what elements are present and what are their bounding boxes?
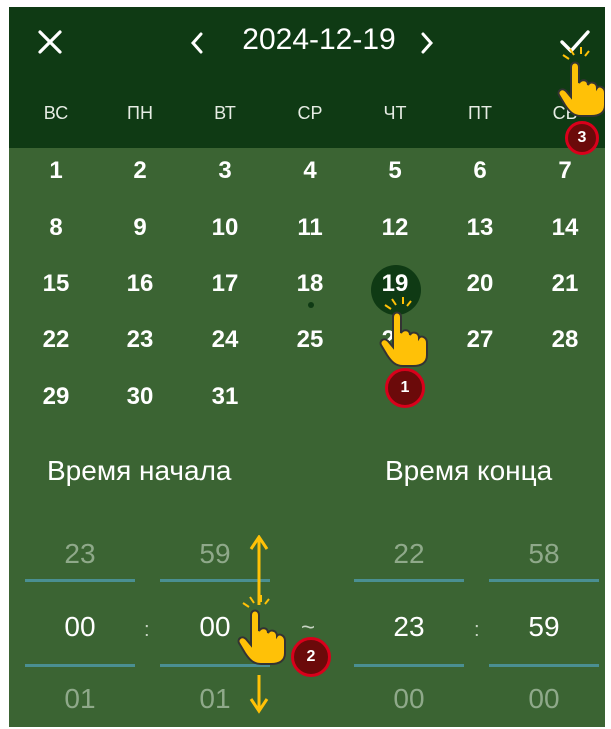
- calendar-day[interactable]: 12: [367, 211, 423, 245]
- event-marker-dot: [308, 302, 314, 308]
- tap-hand-icon: [377, 295, 429, 367]
- end-time-label: Время конца: [385, 455, 553, 486]
- chevron-right-icon[interactable]: [419, 31, 435, 55]
- start-hour-next[interactable]: 01: [25, 684, 135, 714]
- date-time-picker: 2024-12-19 ВС ПН ВТ СР ЧТ ПТ СБ 1 2 3 4 5 6 7 8 9 10 11 1…: [9, 7, 605, 727]
- weekday-label: ПН: [127, 103, 153, 123]
- calendar-day[interactable]: 16: [112, 267, 168, 301]
- calendar-day[interactable]: 17: [197, 267, 253, 301]
- end-hour-value[interactable]: 23: [354, 612, 464, 642]
- start-hour-prev[interactable]: 23: [25, 539, 135, 569]
- calendar-day[interactable]: 3: [197, 154, 253, 188]
- wheel-divider: [489, 579, 599, 582]
- weekday-label: ЧТ: [383, 103, 407, 123]
- calendar-day[interactable]: 4: [282, 154, 338, 188]
- calendar-day[interactable]: 10: [197, 211, 253, 245]
- weekday-label: ПТ: [468, 103, 492, 123]
- wheel-divider: [25, 664, 135, 667]
- tap-hand-icon: [235, 593, 287, 665]
- weekday-label: ВТ: [214, 103, 236, 123]
- calendar-day[interactable]: 18: [282, 267, 338, 301]
- calendar-day[interactable]: 30: [112, 380, 168, 414]
- end-minute-value[interactable]: 59: [489, 612, 599, 642]
- start-time-label: Время начала: [47, 455, 232, 486]
- calendar-day[interactable]: 29: [28, 380, 84, 414]
- calendar-day[interactable]: 6: [452, 154, 508, 188]
- end-hour-prev[interactable]: 22: [354, 539, 464, 569]
- calendar-day[interactable]: 28: [537, 323, 593, 357]
- calendar-day[interactable]: 2: [112, 154, 168, 188]
- calendar-day[interactable]: 7: [537, 154, 593, 188]
- calendar-day[interactable]: 25: [282, 323, 338, 357]
- calendar-day[interactable]: 5: [367, 154, 423, 188]
- calendar-day[interactable]: 9: [112, 211, 168, 245]
- end-minute-next[interactable]: 00: [489, 684, 599, 714]
- calendar-day[interactable]: 24: [197, 323, 253, 357]
- wheel-divider: [354, 579, 464, 582]
- current-date-title: 2024-12-19: [242, 23, 396, 56]
- calendar-day[interactable]: 15: [28, 267, 84, 301]
- tap-hand-icon: [555, 45, 605, 117]
- wheel-divider: [25, 579, 135, 582]
- calendar-day[interactable]: 1: [28, 154, 84, 188]
- weekday-label: ВС: [43, 103, 69, 123]
- calendar-day[interactable]: 13: [452, 211, 508, 245]
- calendar-day[interactable]: 8: [28, 211, 84, 245]
- calendar-day[interactable]: 23: [112, 323, 168, 357]
- calendar-day[interactable]: 27: [452, 323, 508, 357]
- step-badge-1: 1: [385, 368, 425, 408]
- end-colon: :: [474, 619, 480, 641]
- end-minute-prev[interactable]: 58: [489, 539, 599, 569]
- wheel-divider: [489, 664, 599, 667]
- step-badge-3: 3: [565, 121, 599, 155]
- calendar-day[interactable]: 22: [28, 323, 84, 357]
- calendar-day[interactable]: 31: [197, 380, 253, 414]
- wheel-divider: [354, 664, 464, 667]
- weekday-label: СР: [297, 103, 323, 123]
- calendar-day[interactable]: 20: [452, 267, 508, 301]
- calendar-day[interactable]: 21: [537, 267, 593, 301]
- start-hour-value[interactable]: 00: [25, 612, 135, 642]
- calendar-day[interactable]: 14: [537, 211, 593, 245]
- close-icon[interactable]: [37, 29, 63, 55]
- start-colon: :: [144, 619, 150, 641]
- step-badge-2: 2: [291, 637, 331, 677]
- calendar-day[interactable]: 11: [282, 211, 338, 245]
- end-hour-next[interactable]: 00: [354, 684, 464, 714]
